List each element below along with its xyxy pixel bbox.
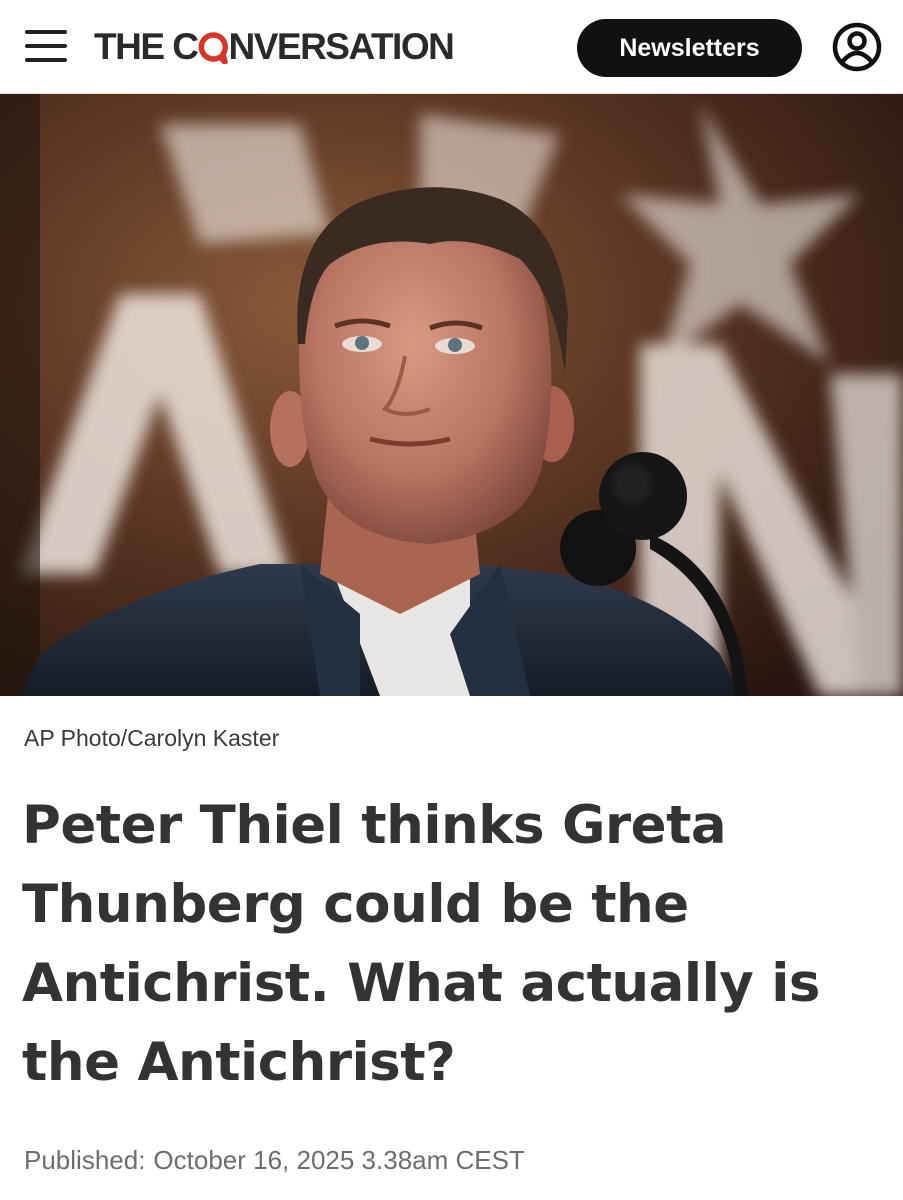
hamburger-menu-icon[interactable] [25,28,67,64]
hamburger-bar [25,30,67,34]
hero-image [0,94,903,696]
article-headline: Peter Thiel thinks Greta Thunberg could … [22,795,820,1093]
published-timestamp: October 16, 2025 3.38am CEST [153,1145,525,1175]
user-account-icon[interactable] [831,21,883,73]
hamburger-bar [25,44,67,48]
article-page: THE C NVERSATION Newsletters AP Photo/Ca… [0,0,903,1200]
logo-text-prefix: THE C [94,26,199,67]
photo-credit: AP Photo/Carolyn Kaster [24,725,280,751]
speech-bubble-o-icon [198,32,228,64]
site-logo[interactable]: THE C NVERSATION [94,26,455,68]
logo-text-suffix: NVERSATION [228,26,455,67]
newsletters-button[interactable]: Newsletters [577,19,802,77]
site-header: THE C NVERSATION Newsletters [0,0,903,94]
published-label: Published: [24,1145,146,1175]
hamburger-bar [25,58,67,62]
published-date: Published: October 16, 2025 3.38am CEST [24,1145,525,1176]
